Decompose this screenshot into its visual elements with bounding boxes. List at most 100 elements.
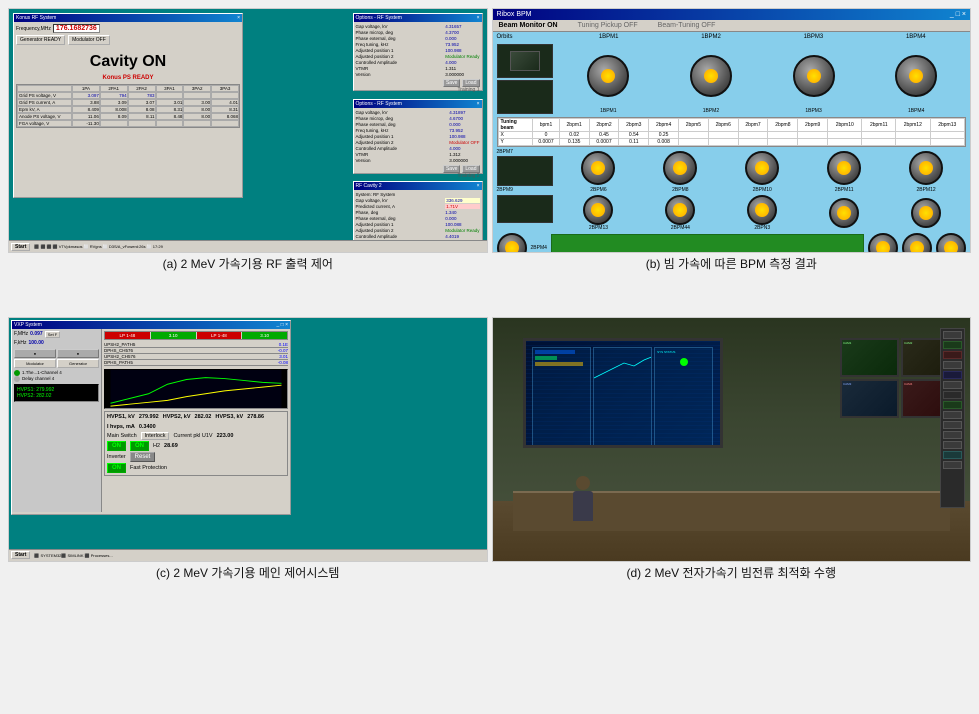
ps-ready-label: Konus PS READY [16, 75, 240, 81]
main-container: Konus RF System × Frequency,MHz 176.1682… [0, 0, 979, 714]
bpm-circles-row3: 2BPM13 2BPM44 2BPN3 [559, 195, 967, 231]
hvps-row-main: HVPS1, kV 279.992 HVPS2, kV 282.02 HVPS3… [104, 411, 288, 476]
main-triple-monitor: SYS STATUS [523, 338, 723, 448]
training2-body: Gap voltage, kV4.31897 Phase microp, deg… [354, 108, 482, 181]
main-ctrl-inner: VXP System _ □ × F,MHz 0.097 Set F [11, 320, 291, 515]
freq-value: 176.1682736 [53, 24, 100, 33]
tuning-pickup-label: Tuning Pickup OFF [578, 22, 638, 29]
taskbar-items: ⬛ ⬛ ⬛ ⬛ VTVpkmasos ⬜ RVgns ⬜ D3S/A_vFowe… [34, 244, 162, 249]
save-btn-1[interactable]: Save [443, 79, 460, 87]
hvps1-val: 279.992 [139, 414, 159, 420]
freq-label: Frequency,MHz [16, 26, 51, 32]
training1-body: Gap voltage, kV4.31657 Phase microp, deg… [354, 22, 482, 95]
bpm-grass [551, 234, 864, 253]
f-mhz-label: F,MHz [14, 331, 28, 337]
rf-system-window: Konus RF System × Frequency,MHz 176.1682… [9, 9, 487, 252]
bpm-controls-bar: Beam Monitor ON Tuning Pickup OFF Beam-T… [493, 20, 971, 32]
hvps1-label: HVPS1, kV [107, 414, 135, 420]
caption-d: (d) 2 MeV 전자가속기 빔전류 최적화 수행 [492, 562, 972, 583]
hvps-display-small: HVPS1: 279.992 HVPS2: 282.02 [14, 384, 99, 402]
training1-title: Options - RF System × [354, 14, 482, 22]
bpm-row-1: 1BPM1 1BPM2 1BPM3 1BPM4 [493, 42, 971, 116]
f-mhz-value: 0.097 [30, 331, 43, 337]
bpm-circle-16 [868, 233, 898, 253]
save-btn-2[interactable]: Save [443, 165, 460, 173]
on-button-interlock[interactable]: ON [130, 441, 149, 451]
fast-protection-label: Fast Protection [130, 465, 167, 471]
rf-main-body: Frequency,MHz 176.1682736 Generator READ… [14, 22, 242, 130]
bpm-circle-1 [587, 55, 629, 97]
h2-val: 28.69 [164, 443, 178, 449]
f-khz-value: 100.00 [29, 340, 44, 346]
hvps3-val: 278.86 [247, 414, 264, 420]
training1-window: Options - RF System × Gap voltage, kV4.3… [353, 13, 483, 91]
status-row: Generator READY Modulator OFF [16, 35, 240, 45]
training2-title: Options - RF System × [354, 100, 482, 108]
set-f-button[interactable]: Set F [45, 331, 61, 338]
on-button-2[interactable]: ON [107, 463, 126, 473]
reset-button[interactable]: Reset [130, 452, 156, 462]
bpm-circle-10 [583, 195, 613, 225]
bpm-circle-11 [665, 195, 695, 225]
hvps2-label: HVPS2, kV [163, 414, 191, 420]
bpm-cam-2 [497, 80, 553, 114]
bpm-circle-9 [909, 151, 943, 185]
hvps-i-val: 0.3400 [139, 424, 156, 430]
hvps3-label: HVPS3, kV [215, 414, 243, 420]
chart-area [104, 369, 288, 409]
bpm-circle-8 [827, 151, 861, 185]
bpm-circles-row1: 1BPM1 1BPM2 1BPM3 1BPM4 [559, 44, 967, 114]
start-button[interactable]: Start [11, 243, 30, 251]
bpm-title: Ribox BPM [497, 11, 532, 18]
main-ctrl-body: F,MHz 0.097 Set F F,kHz 100.00 ● [12, 329, 290, 512]
bpm-cam-3 [497, 156, 553, 186]
voltage-table: 1PA 2PA1 2PA2 3PA1 3PA2 3PA3 Grid PS vol… [16, 84, 240, 128]
bpm-window: Ribox BPM _ □ × Beam Monitor ON Tuning P… [493, 9, 971, 252]
panel-d: SYS STATUS CAM1 [492, 317, 972, 562]
panel-a-cell: Konus RF System × Frequency,MHz 176.1682… [8, 8, 488, 313]
modulator-status[interactable]: Modulator OFF [68, 35, 110, 45]
taskbar: Start ⬛ ⬛ ⬛ ⬛ VTVpkmasos ⬜ RVgns ⬜ D3S/A… [9, 240, 487, 252]
bpm-circle-4 [895, 55, 937, 97]
bpm-circle-13 [829, 198, 859, 228]
panel-d-cell: SYS STATUS CAM1 [492, 317, 972, 622]
freq-row: Frequency,MHz 176.1682736 [16, 24, 240, 33]
panel-c: VXP System _ □ × F,MHz 0.097 Set F [8, 317, 488, 562]
bpm-circles-row2: 2BPM6 2BPM8 2BPM10 2BPM11 [559, 149, 967, 193]
bpm-data-table: Tuningbeam bpm1 2bpm1 2bpm2 2bpm3 2bpm4 … [497, 117, 967, 147]
bpm-circle-3 [793, 55, 835, 97]
on-button-1[interactable]: ON [107, 441, 126, 451]
ctrl-taskbar: Start ⬛ SYSTEM32⬛ SIMLINK ⬛ Processes... [9, 549, 487, 561]
caption-c: (c) 2 MeV 가속기용 메인 제어시스템 [8, 562, 488, 583]
bpm-row-3: 2BPM13 2BPM44 2BPN3 [493, 194, 971, 232]
training2-window: Options - RF System × Gap voltage, kV4.3… [353, 99, 483, 174]
bpm-circle-18 [936, 233, 966, 253]
bpm-circle-12 [747, 195, 777, 225]
bpm-circle-17 [902, 233, 932, 253]
rf-main-window: Konus RF System × Frequency,MHz 176.1682… [13, 13, 243, 198]
panel-b-cell: Ribox BPM _ □ × Beam Monitor ON Tuning P… [492, 8, 972, 313]
cam-monitor-3: CAM3 [840, 379, 899, 418]
beam-tuning-label: Beam-Tuning OFF [658, 22, 716, 29]
training3-title: RF Cavity 2 × [354, 182, 482, 190]
bpm-circle-14 [911, 198, 941, 228]
photo-scene: SYS STATUS CAM1 [493, 318, 971, 561]
load-btn-1[interactable]: Load [462, 79, 479, 87]
bpm-row-4: 2BPM4 [493, 232, 971, 253]
bpm-col-headers: Orbits 1BPM1 1BPM2 1BPM3 1BPM4 [493, 32, 971, 42]
bpm-circle-6 [663, 151, 697, 185]
ctrl-start-button[interactable]: Start [11, 551, 30, 559]
panel-c-cell: VXP System _ □ × F,MHz 0.097 Set F [8, 317, 488, 622]
rf-title-label: Konus RF System [16, 15, 56, 21]
main-ctrl-title: VXP System _ □ × [12, 321, 290, 329]
load-btn-2[interactable]: Load [462, 165, 479, 173]
bpm-table-inner: Tuningbeam bpm1 2bpm1 2bpm2 2bpm3 2bpm4 … [498, 118, 966, 146]
main-ctrl-window: VXP System _ □ × F,MHz 0.097 Set F [9, 318, 487, 561]
equipment-racks [940, 328, 965, 508]
bpm-cam-1 [497, 44, 553, 78]
bpm-circle-7 [745, 151, 779, 185]
generator-status[interactable]: Generator READY [16, 35, 65, 45]
person-silhouette [573, 476, 593, 521]
cavity-on-label: Cavity ON [16, 53, 240, 71]
ctrl-left-panel: F,MHz 0.097 Set F F,kHz 100.00 ● [12, 329, 102, 512]
